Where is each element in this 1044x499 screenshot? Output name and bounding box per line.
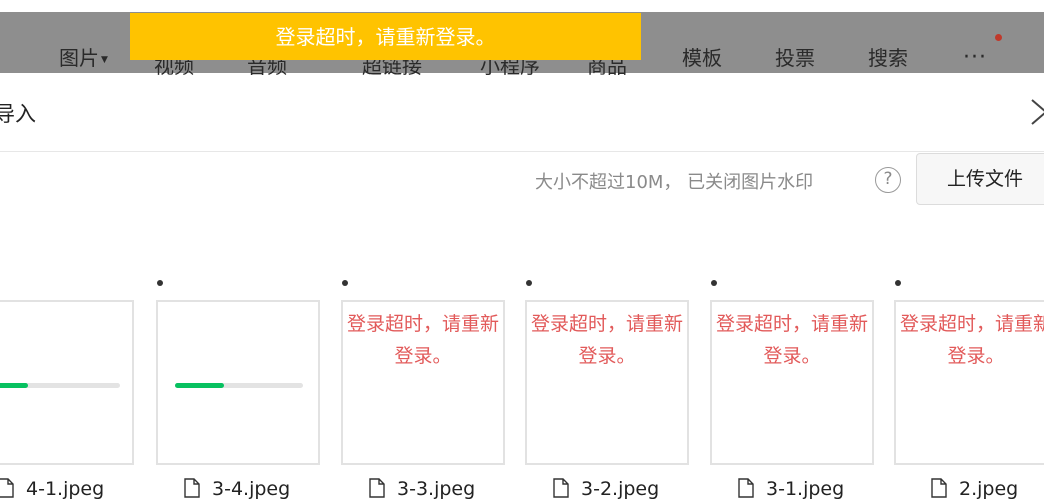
- file-name: 3-2.jpeg: [553, 477, 660, 499]
- error-message: 登录超时，请重新登录。: [900, 313, 1044, 367]
- progress-bar: [175, 383, 303, 388]
- file-card[interactable]: 登录超时，请重新登录。: [341, 300, 505, 465]
- file-icon: [738, 477, 754, 498]
- file-name-label: 3-2.jpeg: [581, 478, 660, 499]
- status-dot: [711, 280, 717, 286]
- help-icon[interactable]: ?: [875, 167, 901, 193]
- file-name: 3-3.jpeg: [369, 477, 476, 499]
- toolbar-item-vote[interactable]: 投票: [775, 42, 815, 71]
- file-name: 4-1.jpeg: [0, 477, 105, 499]
- status-dot: [526, 280, 532, 286]
- status-dot: [157, 280, 163, 286]
- file-name-label: 4-1.jpeg: [26, 478, 105, 499]
- caret-down-icon: ▼: [101, 54, 108, 65]
- file-name: 3-4.jpeg: [184, 477, 291, 499]
- status-dot: [895, 280, 901, 286]
- file-icon: [184, 477, 200, 498]
- error-message: 登录超时，请重新登录。: [347, 313, 500, 367]
- file-name-label: 3-3.jpeg: [397, 478, 476, 499]
- more-icon[interactable]: ···: [963, 47, 987, 69]
- progress-fill: [175, 383, 224, 388]
- file-card[interactable]: [156, 300, 320, 465]
- file-name-label: 3-4.jpeg: [212, 478, 291, 499]
- file-name-label: 3-1.jpeg: [766, 478, 845, 499]
- toolbar-item-label: 图片: [59, 46, 99, 70]
- dialog-divider: [0, 151, 1044, 152]
- close-icon[interactable]: [1030, 99, 1044, 125]
- file-icon: [931, 477, 947, 498]
- upload-file-button[interactable]: 上传文件: [916, 153, 1044, 205]
- file-card[interactable]: 登录超时，请重新登录。: [525, 300, 689, 465]
- toast-message: 登录超时，请重新登录。: [130, 13, 641, 60]
- toolbar-item-template[interactable]: 模板: [682, 42, 722, 71]
- file-card[interactable]: [0, 300, 134, 465]
- status-dot: [342, 280, 348, 286]
- file-name: 3-1.jpeg: [738, 477, 845, 499]
- notification-dot: [995, 34, 1002, 41]
- file-name-label: 2.jpeg: [959, 478, 1019, 499]
- file-card[interactable]: 登录超时，请重新登录。: [710, 300, 874, 465]
- toolbar-item-image[interactable]: 图片 ▼: [59, 42, 108, 71]
- toolbar-item-search[interactable]: 搜索: [868, 42, 908, 71]
- progress-bar: [0, 383, 120, 388]
- file-name: 2.jpeg: [931, 477, 1019, 499]
- dialog-title: 导入: [0, 102, 36, 126]
- file-icon: [0, 477, 14, 498]
- file-icon: [369, 477, 385, 498]
- error-message: 登录超时，请重新登录。: [716, 313, 869, 367]
- upload-hint: 大小不超过10M， 已关闭图片水印: [535, 172, 814, 193]
- file-card[interactable]: 登录超时，请重新登录。: [894, 300, 1044, 465]
- file-icon: [553, 477, 569, 498]
- progress-fill: [0, 383, 28, 388]
- error-message: 登录超时，请重新登录。: [531, 313, 684, 367]
